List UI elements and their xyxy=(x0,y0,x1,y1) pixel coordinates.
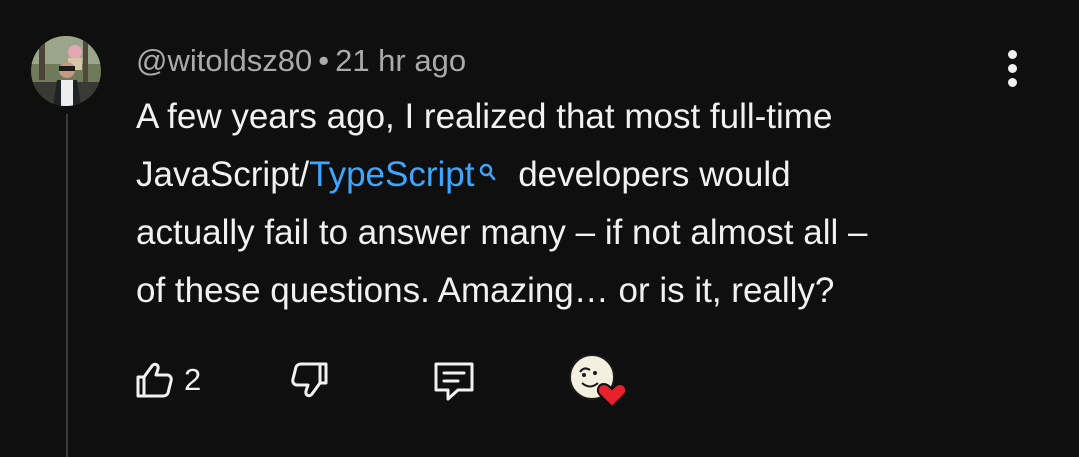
meta-separator: • xyxy=(318,43,330,78)
comment-line-text: A few years ago, I realized that most fu… xyxy=(136,97,833,136)
author-name[interactable]: @witoldsz80 xyxy=(136,43,312,78)
thumbs-up-icon xyxy=(136,362,173,398)
comment-line-text: JavaScript/ xyxy=(136,155,310,194)
thumbs-down-icon xyxy=(291,362,328,398)
search-icon[interactable] xyxy=(478,142,496,200)
comment-header: @witoldsz80 • 21 hr ago xyxy=(136,42,466,80)
like-count: 2 xyxy=(184,362,202,397)
reply-button[interactable] xyxy=(430,354,478,406)
comment-text: A few years ago, I realized that most fu… xyxy=(136,88,1036,320)
creator-heart-badge xyxy=(568,354,630,409)
comment-line: JavaScript/TypeScript developers would xyxy=(136,146,1036,204)
avatar-image xyxy=(31,36,101,106)
comment-line-text: actually fail to answer many – if not al… xyxy=(136,213,868,252)
thread-line xyxy=(66,114,68,457)
creator-heart-icon xyxy=(569,354,628,409)
comment-line: A few years ago, I realized that most fu… xyxy=(136,88,1036,146)
comment-line-text: developers would xyxy=(508,155,791,194)
comment-line: of these questions. Amazing… or is it, r… xyxy=(136,262,1036,320)
reply-comment-icon xyxy=(434,362,474,401)
comment-line-text: of these questions. Amazing… or is it, r… xyxy=(136,271,835,310)
comment-card: @witoldsz80 • 21 hr ago A few years ago, I… xyxy=(0,0,1079,457)
comment-timestamp[interactable]: 21 hr ago xyxy=(335,43,466,78)
avatar[interactable] xyxy=(31,36,101,106)
search-link[interactable]: TypeScript xyxy=(309,155,474,194)
like-button[interactable]: 2 xyxy=(132,354,201,406)
more-vertical-icon[interactable] xyxy=(1000,50,1024,92)
comment-line: actually fail to answer many – if not al… xyxy=(136,204,1036,262)
dislike-button[interactable] xyxy=(288,354,332,406)
